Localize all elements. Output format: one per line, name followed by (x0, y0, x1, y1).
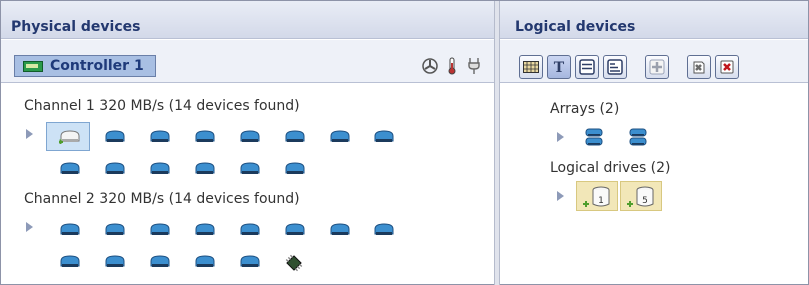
hard-disk-icon[interactable] (239, 255, 261, 269)
arrays-expand-icon[interactable] (557, 132, 564, 142)
physical-devices-title: Physical devices (11, 19, 141, 35)
arrays-label: Arrays (2) (550, 101, 620, 117)
properties-icon[interactable] (687, 55, 711, 79)
hard-disk-icon[interactable] (284, 162, 306, 176)
hard-disk-icon[interactable] (373, 223, 395, 237)
controller-selector[interactable]: Controller 1 (14, 55, 156, 77)
hard-disk-icon[interactable] (59, 223, 81, 237)
hard-disk-icon[interactable] (59, 162, 81, 176)
hard-disk-icon[interactable] (329, 130, 351, 144)
detail-view-icon[interactable] (603, 55, 627, 79)
hard-disk-icon[interactable] (149, 223, 171, 237)
hard-disk-icon[interactable] (194, 255, 216, 269)
hard-disk-icon[interactable] (194, 223, 216, 237)
svg-text:T: T (554, 60, 565, 75)
panel-splitter[interactable] (494, 1, 500, 285)
hard-disk-icon[interactable] (284, 223, 306, 237)
raid-level-label: 5 (642, 196, 648, 206)
hard-disk-icon[interactable] (329, 223, 351, 237)
hard-disk-icon[interactable] (239, 162, 261, 176)
list-view-icon[interactable] (575, 55, 599, 79)
controller-label: Controller 1 (50, 58, 144, 74)
toolbar-row: Controller 1 T (1, 40, 808, 83)
hard-disk-icon[interactable] (104, 162, 126, 176)
grid-view-icon[interactable] (519, 55, 543, 79)
add-icon[interactable] (645, 55, 669, 79)
hard-disk-icon[interactable] (59, 255, 81, 269)
hard-disk-icon[interactable] (104, 130, 126, 144)
hard-disk-icon[interactable] (149, 162, 171, 176)
enclosure-chip-icon[interactable] (285, 254, 303, 272)
logical-toolbar: T (519, 55, 739, 79)
toolbar-spacer-2 (673, 55, 683, 79)
fan-icon[interactable] (422, 58, 438, 74)
storage-manager-view: Physical devices Logical devices Control… (0, 0, 809, 285)
delete-icon[interactable] (715, 55, 739, 79)
controller-status-icons (422, 57, 482, 75)
array-icon[interactable] (628, 127, 648, 147)
hard-disk-icon[interactable] (104, 255, 126, 269)
hard-disk-icon[interactable] (194, 130, 216, 144)
logical-drive-raid5[interactable]: 5 (620, 181, 662, 211)
temperature-icon[interactable] (444, 57, 460, 75)
controller-card-icon (23, 60, 43, 72)
hard-disk-icon[interactable] (194, 162, 216, 176)
hard-disk-icon[interactable] (149, 255, 171, 269)
channel-1-label: Channel 1 320 MB/s (14 devices found) (24, 98, 300, 114)
hard-disk-icon-selected[interactable] (59, 130, 81, 144)
text-view-icon[interactable]: T (547, 55, 571, 79)
hard-disk-icon[interactable] (373, 130, 395, 144)
hard-disk-icon[interactable] (104, 223, 126, 237)
hard-disk-icon[interactable] (149, 130, 171, 144)
channel-2-label: Channel 2 320 MB/s (14 devices found) (24, 191, 300, 207)
hard-disk-icon[interactable] (239, 223, 261, 237)
hard-disk-icon[interactable] (284, 130, 306, 144)
logical-drives-expand-icon[interactable] (557, 191, 564, 201)
power-plug-icon[interactable] (466, 58, 482, 74)
channel-1-expand-icon[interactable] (26, 129, 33, 139)
channel-2-expand-icon[interactable] (26, 222, 33, 232)
panel-header-bar: Physical devices Logical devices (1, 1, 808, 39)
array-icon[interactable] (584, 127, 604, 147)
logical-drive-raid1[interactable]: 1 (576, 181, 618, 211)
hard-disk-icon[interactable] (239, 130, 261, 144)
logical-devices-title: Logical devices (515, 19, 636, 35)
raid-level-label: 1 (598, 196, 604, 206)
logical-drives-label: Logical drives (2) (550, 160, 671, 176)
